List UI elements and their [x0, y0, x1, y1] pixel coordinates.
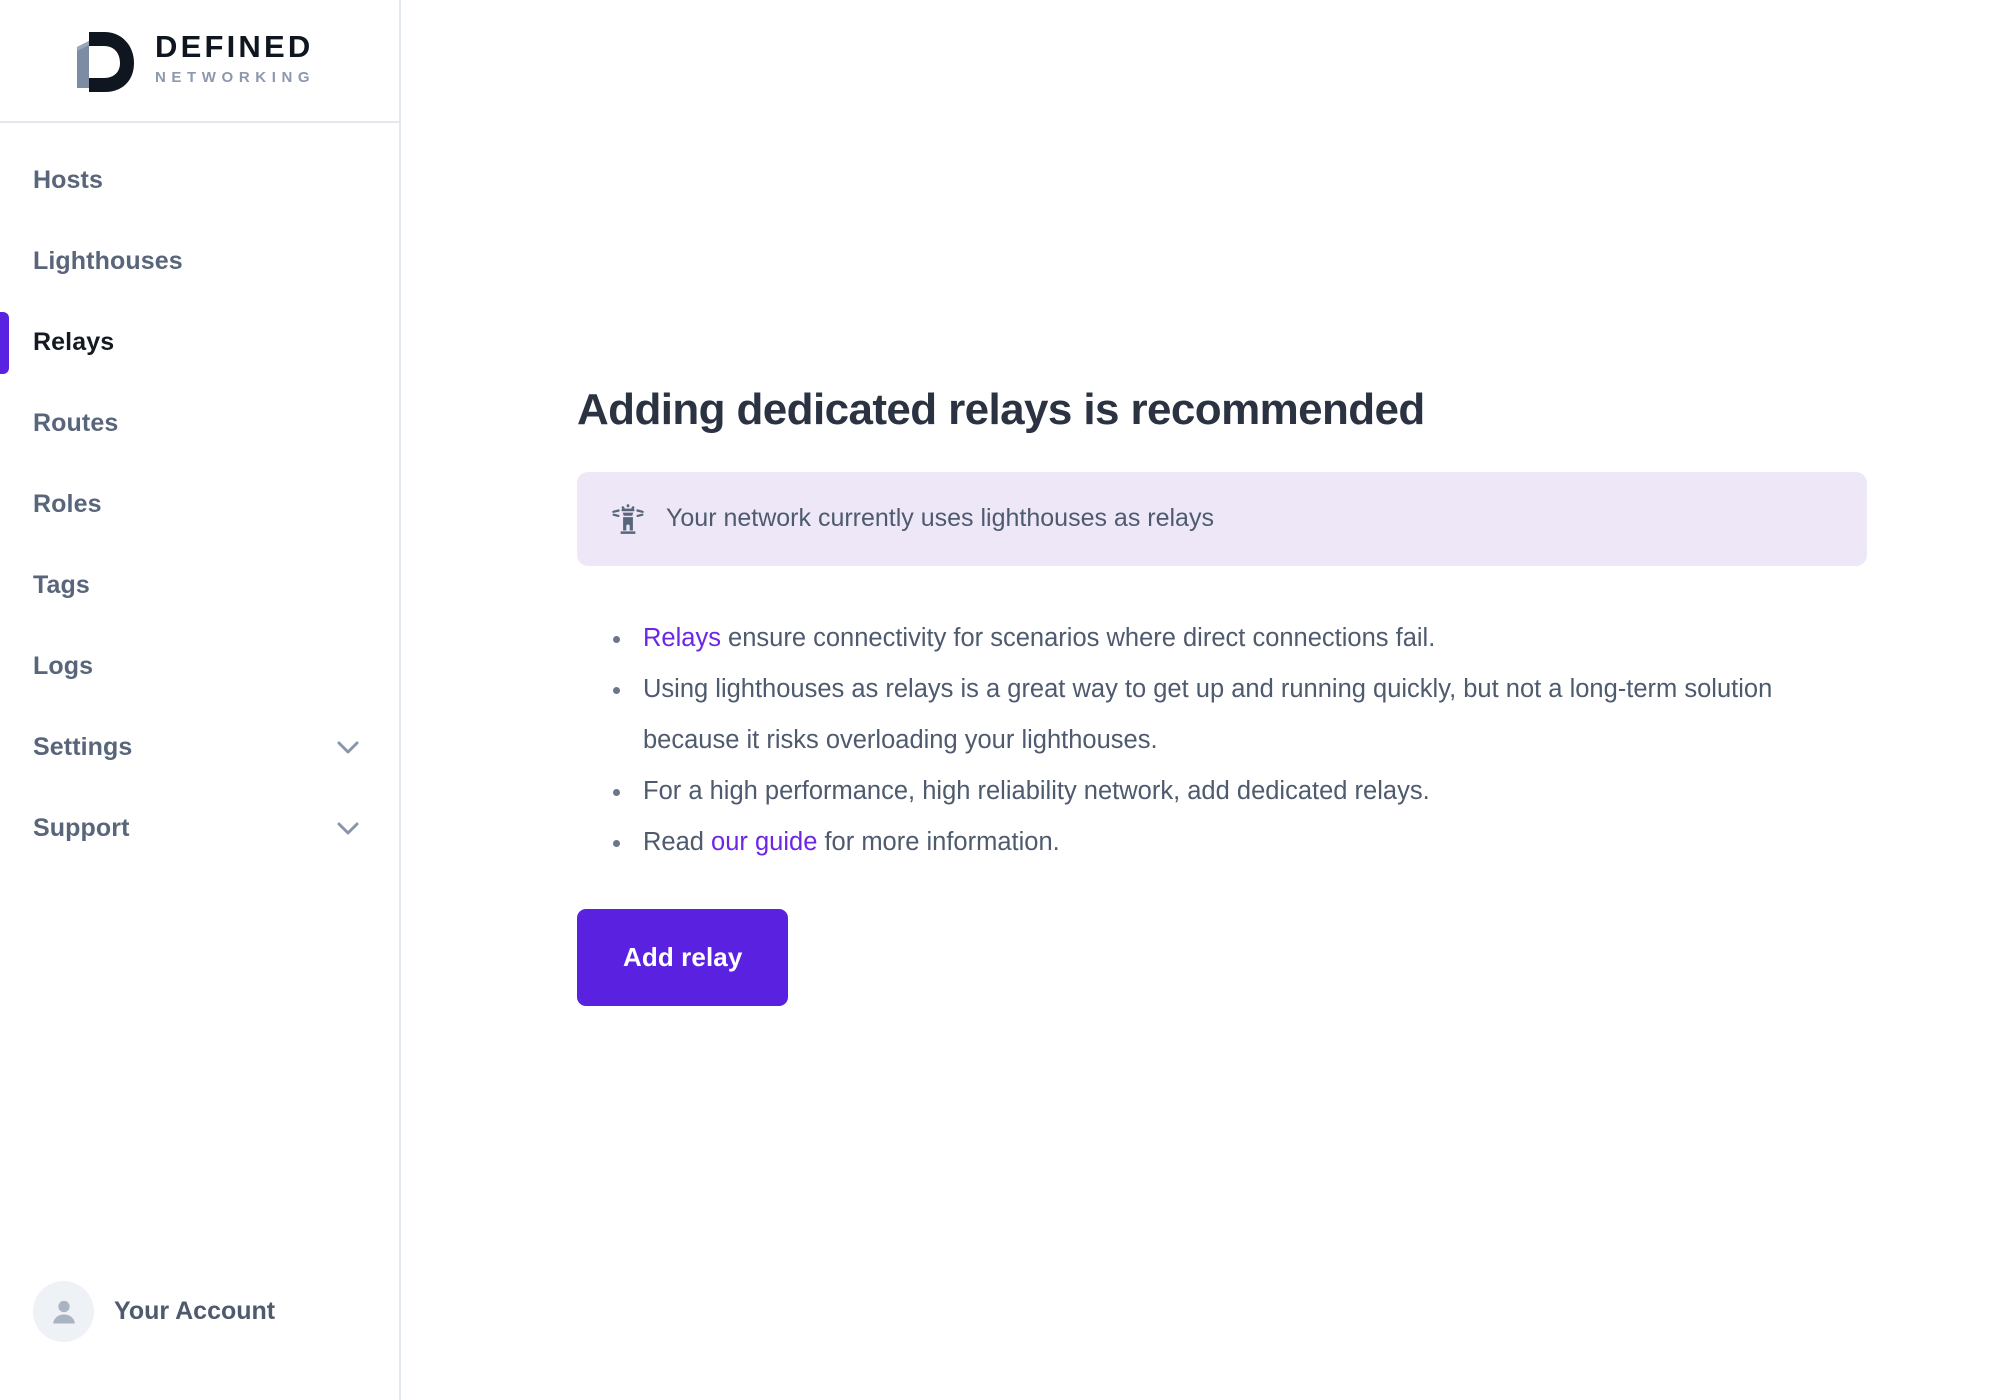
sidebar-item-relays[interactable]: Relays [0, 302, 399, 383]
list-item: Read our guide for more information. [613, 817, 1867, 868]
sidebar-item-label: Lighthouses [33, 247, 183, 275]
sidebar-item-roles[interactable]: Roles [0, 464, 399, 545]
sidebar-item-routes[interactable]: Routes [0, 383, 399, 464]
status-banner: Your network currently uses lighthouses … [577, 471, 1867, 566]
sidebar-nav: Hosts Lighthouses Relays Routes Roles Ta… [0, 123, 399, 1281]
logo-name-secondary: NETWORKING [155, 69, 316, 87]
app-root: DEFINED NETWORKING Hosts Lighthouses Rel… [0, 0, 2000, 1400]
list-item-text-after: for more information. [817, 827, 1060, 856]
lighthouse-icon [611, 502, 645, 536]
relays-link[interactable]: Relays [643, 624, 721, 652]
list-item-text: Using lighthouses as relays is a great w… [643, 674, 1773, 754]
logo-name-primary: DEFINED [155, 29, 314, 65]
sidebar-item-label: Roles [33, 490, 102, 518]
sidebar-item-lighthouses[interactable]: Lighthouses [0, 221, 399, 302]
chevron-down-icon[interactable] [337, 741, 359, 755]
defined-networking-d-mark-icon [75, 26, 137, 96]
list-item-text: For a high performance, high reliability… [643, 776, 1430, 805]
sidebar-item-settings[interactable]: Settings [0, 707, 399, 788]
sidebar-item-tags[interactable]: Tags [0, 545, 399, 626]
list-item: For a high performance, high reliability… [613, 766, 1867, 817]
sidebar-item-label: Settings [33, 733, 133, 761]
sidebar-item-support[interactable]: Support [0, 788, 399, 869]
sidebar-item-label: Logs [33, 652, 94, 680]
account-button[interactable]: Your Account [0, 1281, 399, 1400]
add-relay-button[interactable]: Add relay [577, 908, 789, 1006]
sidebar-item-logs[interactable]: Logs [0, 626, 399, 707]
sidebar-item-label: Tags [33, 571, 90, 599]
list-item: Relays ensure connectivity for scenarios… [613, 613, 1867, 664]
account-label: Your Account [114, 1297, 276, 1325]
logo-wordmark: DEFINED NETWORKING [155, 31, 315, 89]
sidebar: DEFINED NETWORKING Hosts Lighthouses Rel… [0, 0, 401, 1400]
logo[interactable]: DEFINED NETWORKING [75, 26, 315, 96]
active-indicator [0, 311, 9, 374]
page-title: Adding dedicated relays is recommended [577, 385, 1425, 434]
main-content: Adding dedicated relays is recommended Y… [401, 0, 2000, 1400]
sidebar-item-label: Support [33, 814, 130, 842]
list-item-text: ensure connectivity for scenarios where … [720, 623, 1436, 652]
sidebar-item-label: Routes [33, 409, 119, 437]
content-column: Adding dedicated relays is recommended Y… [577, 385, 1867, 1006]
info-bullet-list: Relays ensure connectivity for scenarios… [577, 613, 1867, 868]
our-guide-link[interactable]: our guide [711, 828, 817, 856]
list-item: Using lighthouses as relays is a great w… [613, 664, 1867, 766]
sidebar-item-hosts[interactable]: Hosts [0, 140, 399, 221]
user-avatar-icon [33, 1281, 94, 1342]
sidebar-item-label: Hosts [33, 166, 103, 194]
brand-header: DEFINED NETWORKING [0, 0, 399, 123]
list-item-text-before: Read [643, 827, 712, 856]
sidebar-item-label: Relays [33, 328, 115, 356]
chevron-down-icon[interactable] [337, 822, 359, 836]
status-banner-text: Your network currently uses lighthouses … [666, 504, 1214, 533]
